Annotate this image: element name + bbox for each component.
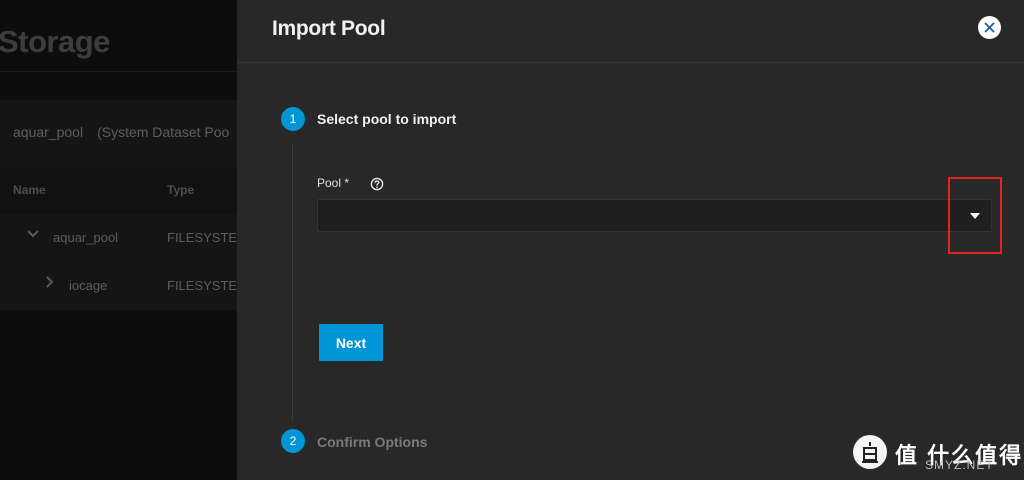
step-2-badge: 2 xyxy=(281,429,305,453)
pool-note: (System Dataset Poo xyxy=(97,124,230,140)
pool-name: aquar_pool xyxy=(13,124,84,140)
pool-header: aquar_pool (System Dataset Poo xyxy=(13,124,229,140)
import-pool-dialog: Import Pool 1 Select pool to import Pool… xyxy=(237,0,1024,480)
table-row[interactable]: aquar_pool FILESYSTE xyxy=(0,214,237,262)
watermark-sub: SMYZ.NET xyxy=(925,458,994,472)
chevron-right-icon[interactable] xyxy=(42,275,56,289)
dialog-header: Import Pool xyxy=(237,0,1024,63)
background-page: Storage aquar_pool (System Dataset Poo Na… xyxy=(0,0,237,480)
step-1-badge: 1 xyxy=(281,107,305,131)
watermark-logo xyxy=(853,435,887,469)
close-button[interactable] xyxy=(978,16,1001,39)
column-header-type: Type xyxy=(167,183,195,197)
row-type: FILESYSTE xyxy=(167,230,237,245)
divider xyxy=(0,71,237,72)
dialog-title: Import Pool xyxy=(272,17,386,40)
help-circle-icon[interactable] xyxy=(370,177,384,191)
stepper-line xyxy=(292,144,293,422)
row-type: FILESYSTE xyxy=(167,278,237,293)
watermark: 值 什么值得买 SMYZ.NET xyxy=(853,433,1024,477)
column-header-name: Name xyxy=(13,183,46,197)
page-title: Storage xyxy=(0,24,110,59)
pool-field-label: Pool * xyxy=(317,176,350,190)
step-2-label[interactable]: Confirm Options xyxy=(317,434,427,450)
row-name: aquar_pool xyxy=(53,230,119,245)
close-icon xyxy=(984,22,995,33)
next-button[interactable]: Next xyxy=(319,324,383,361)
chevron-down-icon[interactable] xyxy=(26,227,40,241)
step-1-label[interactable]: Select pool to import xyxy=(317,111,456,127)
caret-down-icon[interactable] xyxy=(970,213,980,219)
row-name: iocage xyxy=(69,278,108,293)
table-row[interactable]: iocage FILESYSTE xyxy=(0,262,237,310)
pool-select[interactable] xyxy=(317,199,992,232)
